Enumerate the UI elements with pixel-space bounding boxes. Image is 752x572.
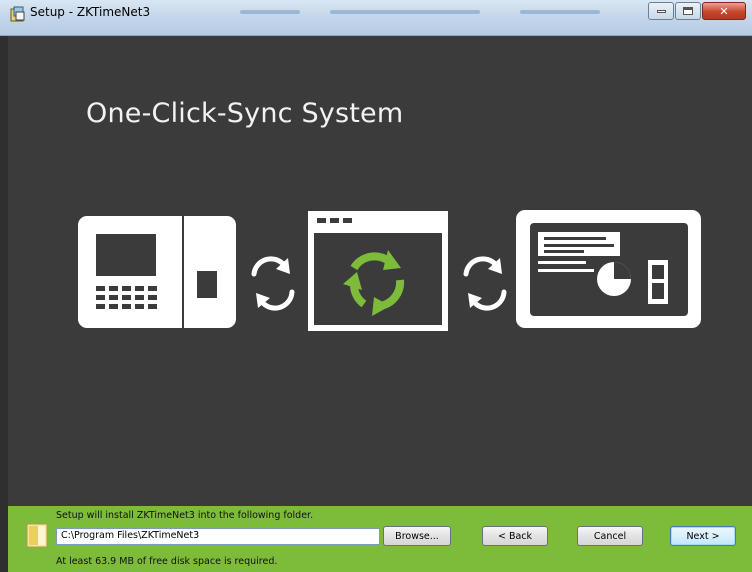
title-decoration xyxy=(330,10,480,14)
sync-illustration xyxy=(78,210,701,331)
maximize-icon xyxy=(683,7,693,15)
disk-space-requirement: At least 63.9 MB of free disk space is r… xyxy=(56,556,278,567)
sync-arrows-icon xyxy=(251,256,295,311)
next-button[interactable]: Next > xyxy=(670,526,736,546)
hero-panel: One-Click-Sync System xyxy=(8,36,752,506)
title-decoration xyxy=(520,10,600,14)
report-dashboard-icon xyxy=(516,210,701,328)
window-title: Setup - ZKTimeNet3 xyxy=(30,5,151,19)
close-button[interactable]: ✕ xyxy=(702,2,746,20)
minimize-button[interactable] xyxy=(648,2,674,20)
install-path-field[interactable]: C:\Program Files\ZKTimeNet3 xyxy=(56,528,380,545)
software-window-sync-icon xyxy=(308,211,448,331)
title-bar: Setup - ZKTimeNet3 ✕ xyxy=(0,0,752,36)
setup-app-icon xyxy=(10,6,25,22)
install-message: Setup will install ZKTimeNet3 into the f… xyxy=(56,510,314,521)
time-attendance-device-icon xyxy=(78,216,236,328)
folder-icon xyxy=(26,523,48,548)
maximize-button[interactable] xyxy=(675,2,701,20)
minimize-icon xyxy=(656,9,666,13)
title-decoration xyxy=(240,10,300,14)
cancel-button[interactable]: Cancel xyxy=(577,526,643,546)
browse-button[interactable]: Browse... xyxy=(383,526,451,546)
back-button[interactable]: < Back xyxy=(482,526,548,546)
close-icon: ✕ xyxy=(719,4,729,18)
install-panel: Setup will install ZKTimeNet3 into the f… xyxy=(8,506,752,572)
window-controls: ✕ xyxy=(647,2,746,20)
sync-arrows-icon xyxy=(463,256,507,311)
